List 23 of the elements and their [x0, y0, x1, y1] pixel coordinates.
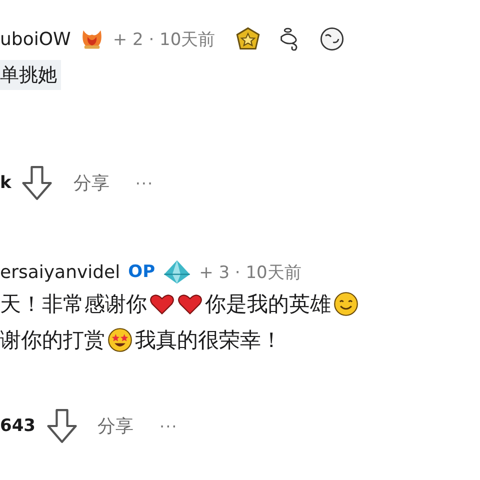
- op-label: OP: [128, 262, 156, 282]
- comment-text: 天！非常感谢你: [0, 291, 147, 318]
- vote-count: 643: [0, 416, 36, 436]
- vote-count: k: [0, 173, 12, 193]
- downvote-icon[interactable]: [46, 408, 78, 444]
- face-icon: [319, 26, 346, 52]
- username: ersaiyanvidel: [0, 262, 120, 282]
- comment-meta: + 3 · 10天前: [199, 262, 302, 284]
- more-button[interactable]: ···: [160, 416, 178, 436]
- comment-text: 你是我的英雄: [205, 291, 331, 318]
- more-button[interactable]: ···: [135, 174, 154, 192]
- star-medal-icon: [235, 26, 262, 52]
- comment-text: 单挑她: [0, 60, 61, 90]
- comment-text: 我真的很荣幸！: [135, 327, 282, 354]
- share-button[interactable]: 分享: [98, 414, 134, 438]
- username: uboiOW: [0, 28, 71, 50]
- comment-meta: + 2 · 10天前: [112, 28, 216, 50]
- comment-text: 谢你的打赏: [0, 327, 105, 354]
- star-eyes-face-icon: [107, 327, 133, 353]
- downvote-icon[interactable]: [21, 165, 54, 201]
- crystal-icon: [163, 258, 192, 286]
- smiling-face-icon: [333, 291, 359, 317]
- share-button[interactable]: 分享: [73, 171, 110, 195]
